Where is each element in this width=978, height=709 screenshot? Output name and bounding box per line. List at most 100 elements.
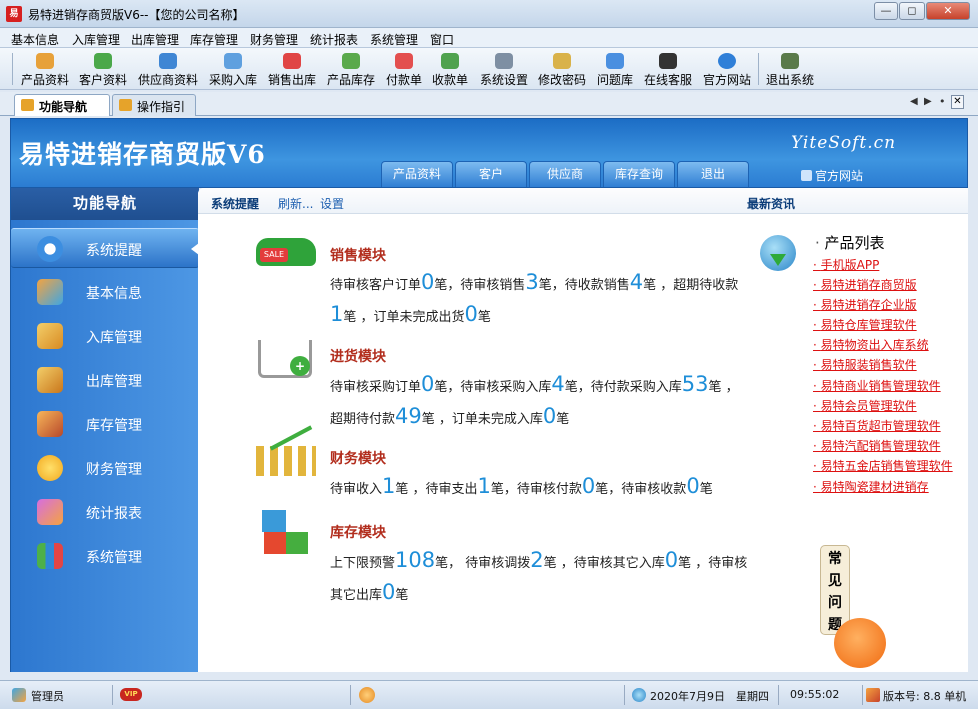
stock-pending-other-out: 0 xyxy=(382,580,396,604)
toolbar-faq-button[interactable]: 问题库 xyxy=(594,48,636,90)
product-link[interactable]: · 易特进销存企业版 xyxy=(813,296,917,313)
menu-bar: 基本信息 入库管理 出库管理 库存管理 财务管理 统计报表 系统管理 窗口 xyxy=(0,28,978,48)
supplier-icon xyxy=(159,53,177,69)
product-link[interactable]: · 易特陶瓷建材进销存 xyxy=(813,478,929,495)
menu-system[interactable]: 系统管理 xyxy=(370,31,418,48)
vip-badge: VIP xyxy=(120,688,142,701)
product-link[interactable]: · 易特进销存商贸版 xyxy=(813,276,917,293)
sales-pending-receipts: 4 xyxy=(629,270,644,294)
tab-scroll-right-icon[interactable]: ▶ xyxy=(924,96,932,107)
product-link[interactable]: · 易特百货超市管理软件 xyxy=(813,417,941,434)
sale-tag-icon: SALE xyxy=(260,248,288,262)
sales-module-title: 销售模块 xyxy=(330,248,386,264)
purchase-overdue: 49 xyxy=(395,404,422,428)
product-link[interactable]: · 易特会员管理软件 xyxy=(813,397,917,414)
tab-scroll-left-icon[interactable]: ◀ xyxy=(910,96,918,107)
tab-operation-guide[interactable]: 操作指引 xyxy=(112,94,196,116)
add-icon: + xyxy=(290,356,310,376)
home-icon xyxy=(801,170,812,181)
finance-icon xyxy=(37,455,63,481)
cube-icon xyxy=(286,532,308,554)
status-user: 管理员 xyxy=(31,690,64,703)
sidebar-item-inbound[interactable]: 入库管理 xyxy=(11,316,199,356)
site-logo: YiteSoft.cn xyxy=(791,133,897,153)
banner-nav-supplier[interactable]: 供应商 xyxy=(529,161,601,187)
toolbar-purchase-in-button[interactable]: 采购入库 xyxy=(205,48,261,90)
menu-finance[interactable]: 财务管理 xyxy=(250,31,298,48)
maximize-button[interactable]: ◻ xyxy=(899,2,925,20)
stock-limit-warnings: 108 xyxy=(395,548,436,572)
banner-nav-exit[interactable]: 退出 xyxy=(677,161,749,187)
globe-icon xyxy=(632,688,646,702)
toolbar-exit-button[interactable]: 退出系统 xyxy=(763,48,817,90)
banner-nav-product[interactable]: 产品资料 xyxy=(381,161,453,187)
product-list-title: · 产品列表 xyxy=(815,234,885,252)
menu-reports[interactable]: 统计报表 xyxy=(310,31,358,48)
sidebar: 功能导航 系统提醒 基本信息 入库管理 出库管理 库存管理 财务管理 统计报表 … xyxy=(10,188,199,672)
product-link[interactable]: · 易特物资出入库系统 xyxy=(813,336,929,353)
product-link[interactable]: · 易特服装销售软件 xyxy=(813,356,917,373)
purchase-module-title: 进货模块 xyxy=(330,349,386,365)
sidebar-item-finance[interactable]: 财务管理 xyxy=(11,448,199,488)
toolbar-stock-button[interactable]: 产品库存 xyxy=(323,48,379,90)
status-weekday: 星期四 xyxy=(736,690,769,703)
info-icon xyxy=(37,236,63,262)
status-divider xyxy=(624,685,625,705)
toolbar-website-button[interactable]: 官方网站 xyxy=(700,48,754,90)
banner-nav-customer[interactable]: 客户 xyxy=(455,161,527,187)
product-link[interactable]: · 易特五金店销售管理软件 xyxy=(813,457,953,474)
toolbar-customer-button[interactable]: 客户资料 xyxy=(75,48,131,90)
toolbar-supplier-button[interactable]: 供应商资料 xyxy=(136,48,200,90)
sales-module-text: 待审核客户订单0笔，待审核销售3笔，待收款销售4笔 ，超期待收款1笔 ，订单未完… xyxy=(330,270,739,326)
menu-basic-info[interactable]: 基本信息 xyxy=(11,31,59,48)
status-divider xyxy=(350,685,351,705)
refresh-link[interactable]: 刷新... xyxy=(278,195,313,212)
toolbar-payment-button[interactable]: 付款单 xyxy=(383,48,425,90)
tab-function-nav[interactable]: 功能导航 xyxy=(14,94,110,116)
sidebar-item-reports[interactable]: 统计报表 xyxy=(11,492,199,532)
finance-module-title: 财务模块 xyxy=(330,451,386,467)
menu-inbound[interactable]: 入库管理 xyxy=(72,31,120,48)
menu-stock[interactable]: 库存管理 xyxy=(190,31,238,48)
sidebar-item-outbound[interactable]: 出库管理 xyxy=(11,360,199,400)
toolbar-receipt-button[interactable]: 收款单 xyxy=(429,48,471,90)
sidebar-item-basic-info[interactable]: 基本信息 xyxy=(11,272,199,312)
official-site-link[interactable]: 官方网站 xyxy=(801,167,863,184)
toolbar-settings-button[interactable]: 系统设置 xyxy=(477,48,531,90)
main-panel: 系统提醒 刷新... 设置 最新资讯 SALE 销售模块 待审核客户订单0笔，待… xyxy=(198,188,968,672)
exit-icon xyxy=(781,53,799,69)
menu-window[interactable]: 窗口 xyxy=(430,31,454,48)
tab-list-icon[interactable]: • xyxy=(939,95,946,108)
sidebar-item-system[interactable]: 系统管理 xyxy=(11,536,199,576)
tab-strip: 功能导航 操作指引 ◀ ▶ • ✕ xyxy=(0,92,978,116)
product-link[interactable]: · 易特商业销售管理软件 xyxy=(813,377,941,394)
toolbar-online-service-button[interactable]: 在线客服 xyxy=(641,48,695,90)
product-link[interactable]: · 易特仓库管理软件 xyxy=(813,316,917,333)
sidebar-item-stock[interactable]: 库存管理 xyxy=(11,404,199,444)
toolbar-sales-out-button[interactable]: 销售出库 xyxy=(264,48,320,90)
toolbar-password-button[interactable]: 修改密码 xyxy=(535,48,589,90)
close-button[interactable]: ✕ xyxy=(926,2,970,20)
status-time: 09:55:02 xyxy=(790,688,840,701)
service-avatar-icon[interactable] xyxy=(359,687,375,703)
gear-icon xyxy=(495,53,513,69)
mascot-icon[interactable] xyxy=(834,618,886,668)
purchase-pending-payment: 53 xyxy=(681,372,709,396)
key-icon xyxy=(553,53,571,69)
payment-icon xyxy=(395,53,413,69)
brand-title: 易特进销存商贸版V6 xyxy=(19,140,266,169)
sidebar-item-reminder[interactable]: 系统提醒 xyxy=(11,228,199,268)
banner-nav-stock-query[interactable]: 库存查询 xyxy=(603,161,675,187)
toolbar-product-button[interactable]: 产品资料 xyxy=(18,48,72,90)
product-link[interactable]: · 易特汽配销售管理软件 xyxy=(813,437,941,454)
finance-pending-income: 1 xyxy=(382,474,396,498)
settings-link[interactable]: 设置 xyxy=(320,195,344,212)
purchase-pending-orders: 0 xyxy=(421,372,435,396)
browser-icon xyxy=(718,53,736,69)
cart-icon xyxy=(283,53,301,69)
minimize-button[interactable]: — xyxy=(874,2,898,20)
stock-icon xyxy=(342,53,360,69)
product-link[interactable]: · 手机版APP xyxy=(813,256,879,273)
menu-outbound[interactable]: 出库管理 xyxy=(131,31,179,48)
tab-close-icon[interactable]: ✕ xyxy=(951,95,964,109)
